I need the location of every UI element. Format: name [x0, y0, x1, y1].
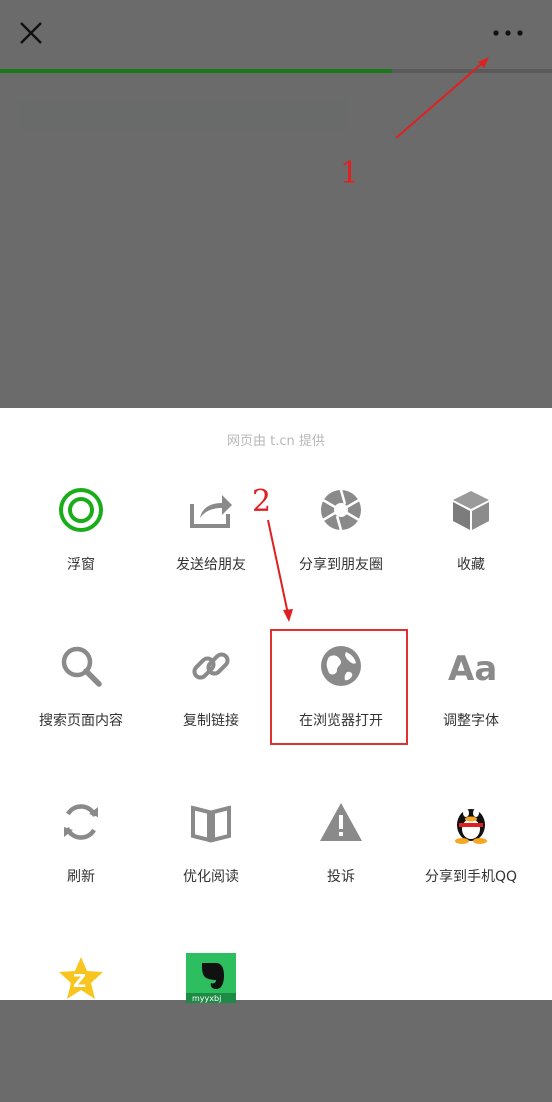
provider-text: 网页由 t.cn 提供	[227, 434, 325, 449]
link-icon	[181, 636, 241, 696]
action-share-qzone[interactable]: Z	[16, 946, 146, 1102]
action-label: 优化阅读	[183, 869, 239, 885]
action-sheet: 网页由 t.cn 提供 浮窗 发送给朋友 分享到朋友圈 收藏 搜索页面内容 复制…	[0, 408, 552, 1003]
reader-icon	[181, 792, 241, 852]
qzone-icon: Z	[51, 948, 111, 1008]
svg-text:Z: Z	[73, 971, 86, 992]
action-share-qq[interactable]: 分享到手机QQ	[406, 790, 536, 946]
evernote-thumb-text: myyxbj	[192, 994, 221, 1003]
annotation-step-2: 2	[252, 484, 272, 519]
font-icon: Aa	[441, 636, 501, 696]
action-favorite[interactable]: 收藏	[406, 478, 536, 634]
action-share-moments[interactable]: 分享到朋友圈	[276, 478, 406, 634]
action-search-page[interactable]: 搜索页面内容	[16, 634, 146, 790]
action-label: 投诉	[327, 869, 355, 885]
action-reader-mode[interactable]: 优化阅读	[146, 790, 276, 946]
action-label: 刷新	[67, 869, 95, 885]
top-bar	[0, 0, 552, 70]
floating-window-icon	[51, 480, 111, 540]
progress-bar	[0, 69, 392, 73]
warning-icon	[311, 792, 371, 852]
search-icon	[51, 636, 111, 696]
share-icon	[181, 480, 241, 540]
action-evernote[interactable]: myyxbj	[146, 946, 276, 1102]
favorite-icon	[441, 480, 501, 540]
moments-icon	[311, 480, 371, 540]
svg-text:Aa: Aa	[448, 649, 496, 688]
action-label: 收藏	[457, 557, 485, 573]
action-label: 复制链接	[183, 713, 239, 729]
action-label: 分享到朋友圈	[299, 557, 383, 573]
action-floating-window[interactable]: 浮窗	[16, 478, 146, 634]
qq-icon	[441, 792, 501, 852]
page-title-blurred	[18, 100, 348, 130]
refresh-icon	[51, 792, 111, 852]
action-label: 浮窗	[67, 557, 95, 573]
action-copy-link[interactable]: 复制链接	[146, 634, 276, 790]
action-grid: 浮窗 发送给朋友 分享到朋友圈 收藏 搜索页面内容 复制链接 在浏览器打开 Aa…	[16, 478, 536, 1102]
action-label: 发送给朋友	[176, 557, 246, 573]
action-label: 搜索页面内容	[39, 713, 123, 729]
action-adjust-font[interactable]: Aa 调整字体	[406, 634, 536, 790]
close-icon[interactable]	[18, 20, 44, 46]
evernote-icon: myyxbj	[181, 948, 241, 1008]
action-report[interactable]: 投诉	[276, 790, 406, 946]
more-dots-icon[interactable]	[492, 28, 524, 38]
action-refresh[interactable]: 刷新	[16, 790, 146, 946]
action-label: 调整字体	[443, 713, 499, 729]
annotation-step-1: 1	[340, 156, 360, 191]
highlight-box-open-in-browser	[270, 629, 408, 745]
action-label: 分享到手机QQ	[424, 869, 518, 885]
